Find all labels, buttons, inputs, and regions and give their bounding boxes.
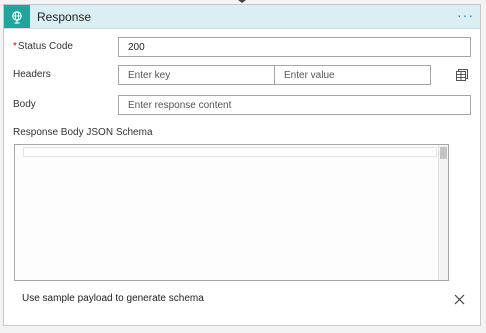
schema-editor[interactable]: [14, 144, 449, 281]
editor-current-line: [23, 147, 437, 157]
editor-scrollbar[interactable]: [438, 145, 448, 280]
more-options-button[interactable]: ···: [457, 7, 474, 23]
header-value-input[interactable]: [274, 65, 431, 85]
schema-label: Response Body JSON Schema: [13, 127, 153, 138]
body-input[interactable]: [118, 95, 471, 115]
status-code-label-text: Status Code: [17, 41, 73, 52]
connector-arrow: [238, 0, 246, 3]
close-icon[interactable]: [454, 294, 465, 305]
card-title: Response: [37, 10, 92, 24]
use-sample-payload-link[interactable]: Use sample payload to generate schema: [22, 293, 204, 304]
response-action-card: Response ··· *Status Code Headers Body R…: [3, 4, 481, 326]
header-key-input[interactable]: [118, 65, 275, 85]
status-code-input[interactable]: [118, 37, 471, 57]
card-header[interactable]: Response ···: [4, 5, 480, 29]
required-marker: *: [13, 41, 17, 52]
editor-scrollbar-thumb[interactable]: [440, 147, 447, 159]
table-mode-icon[interactable]: [456, 69, 468, 81]
headers-label: Headers: [13, 69, 51, 80]
globe-response-icon: [4, 5, 30, 28]
status-code-label: *Status Code: [13, 41, 73, 52]
body-label: Body: [13, 99, 36, 110]
